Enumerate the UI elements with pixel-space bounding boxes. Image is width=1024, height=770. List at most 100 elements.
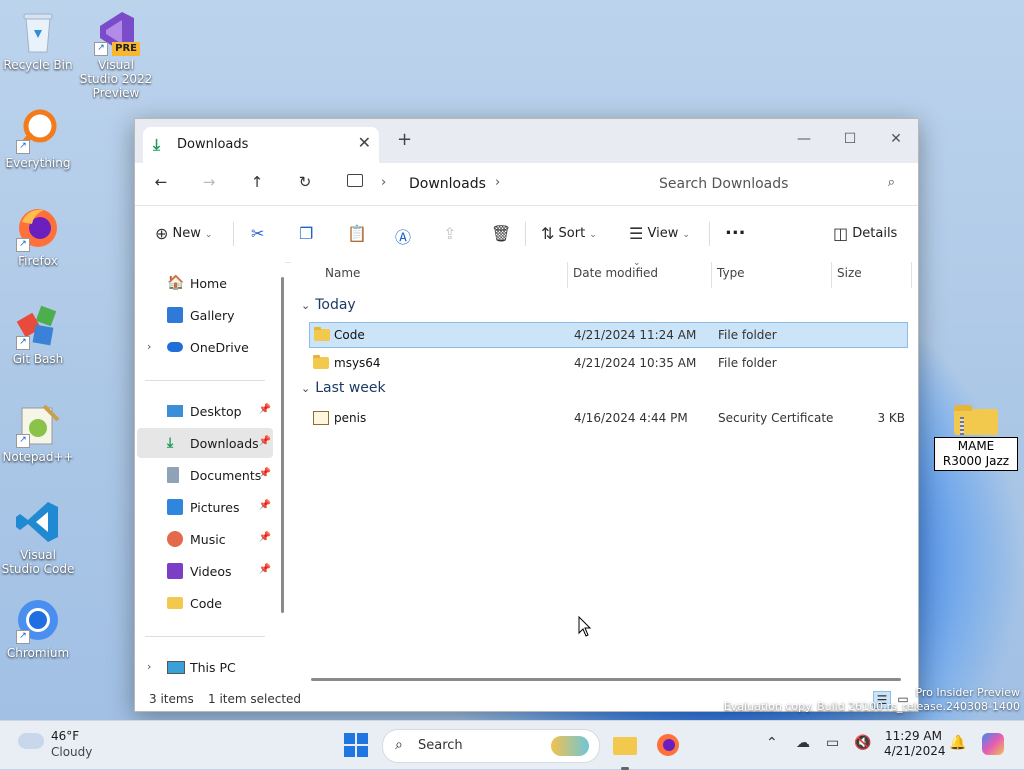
chevron-right-icon[interactable]: › (381, 175, 386, 190)
rename-button[interactable]: Ⓐ (395, 224, 411, 248)
desktop-icon-recycle-bin[interactable]: Recycle Bin (0, 8, 76, 72)
nav-item-desktop[interactable]: Desktop 📌 (137, 396, 273, 426)
nav-item-gallery[interactable]: Gallery (137, 300, 273, 330)
desktop-icon-label: Recycle Bin (3, 58, 73, 72)
details-pane-icon: ◫ (833, 224, 849, 243)
column-divider[interactable] (711, 262, 712, 288)
taskbar-file-explorer[interactable] (611, 731, 639, 770)
up-button[interactable]: ↑ (243, 173, 271, 195)
visual-studio-icon: ↗ PRE (92, 8, 140, 56)
forward-button[interactable]: → (195, 173, 223, 195)
file-row[interactable]: Code 4/21/2024 11:24 AM File folder (309, 322, 908, 348)
nav-divider (145, 636, 265, 637)
toolbar-divider (233, 222, 234, 246)
certificate-icon (313, 411, 329, 425)
column-divider[interactable] (831, 262, 832, 288)
magnifier-icon: ↗ (14, 106, 62, 154)
navpane-scrollbar[interactable] (281, 277, 284, 613)
sort-button[interactable]: ⇅ Sort ⌄ (541, 224, 597, 243)
column-header-name[interactable]: Name (325, 266, 360, 290)
desktop-icon-everything[interactable]: ↗ Everything (0, 106, 76, 170)
column-header-size[interactable]: Size (837, 266, 862, 290)
windows-logo-icon (344, 733, 355, 744)
nav-label: Downloads (190, 436, 259, 451)
sound-icon[interactable]: 🔇 (854, 735, 871, 751)
file-row[interactable]: msys64 4/21/2024 10:35 AM File folder (309, 351, 906, 375)
network-offline-icon[interactable]: ☁ (796, 735, 810, 751)
delete-button[interactable]: 🗑 (491, 224, 511, 243)
new-tab-button[interactable]: + (397, 129, 412, 150)
chevron-right-icon[interactable]: › (495, 175, 500, 190)
details-label: Details (852, 226, 898, 241)
firefox-icon: ↗ (14, 204, 62, 252)
shortcut-arrow-icon: ↗ (94, 42, 108, 56)
new-button[interactable]: ⊕ New ⌄ (155, 224, 212, 243)
desktop-icon-notepad-plus-plus[interactable]: ↗ Notepad++ (0, 400, 76, 464)
desktop-icon-vscode[interactable]: Visual Studio Code (0, 498, 76, 576)
start-button[interactable] (344, 733, 368, 757)
nav-item-downloads[interactable]: ⤓ Downloads 📌 (137, 428, 273, 458)
group-header-today[interactable]: ⌄ Today (301, 297, 356, 313)
copy-button[interactable]: ❐ (299, 224, 313, 243)
share-button[interactable]: ⇪ (443, 224, 456, 243)
cut-button[interactable]: ✂ (251, 224, 264, 243)
search-label: Search (418, 738, 463, 753)
home-icon: 🏠 (167, 275, 185, 291)
filelist-scrollbar[interactable] (311, 678, 901, 681)
file-row[interactable]: penis 4/16/2024 4:44 PM Security Certifi… (309, 406, 906, 430)
nav-item-home[interactable]: 🏠 Home (137, 268, 273, 298)
notification-bell-icon[interactable]: 🔔 (949, 735, 966, 751)
chevron-right-icon[interactable]: › (147, 660, 151, 673)
file-type: File folder (718, 328, 777, 342)
taskbar-firefox[interactable] (654, 731, 682, 759)
maximize-button[interactable]: ☐ (827, 125, 873, 153)
column-header-date[interactable]: Date modified (573, 266, 658, 290)
breadcrumb-downloads[interactable]: Downloads (409, 176, 486, 192)
paste-button[interactable]: 📋 (347, 224, 367, 243)
close-window-button[interactable]: ✕ (873, 125, 919, 153)
desktop-icon-visual-studio-preview[interactable]: ↗ PRE Visual Studio 2022 Preview (78, 8, 154, 100)
nav-label: Home (190, 276, 227, 291)
tab-downloads[interactable]: ⤓ Downloads ✕ (143, 127, 379, 163)
desktop-icon-git-bash[interactable]: ↗ Git Bash (0, 302, 76, 366)
file-type: File folder (718, 356, 777, 370)
clock[interactable]: 11:29 AM 4/21/2024 (884, 729, 946, 759)
view-button[interactable]: ☰ View ⌄ (629, 224, 690, 243)
desktop-icon-label: Visual Studio 2022 Preview (79, 58, 153, 100)
back-button[interactable]: ← (147, 173, 175, 195)
minimize-button[interactable]: — (781, 125, 827, 153)
column-divider[interactable] (567, 262, 568, 288)
nav-item-videos[interactable]: Videos 📌 (137, 556, 273, 586)
nav-item-onedrive[interactable]: › OneDrive (137, 332, 273, 362)
details-pane-button[interactable]: ◫ Details (833, 224, 897, 243)
nav-item-code[interactable]: Code (137, 588, 273, 618)
desktop-icon-chromium[interactable]: ↗ Chromium (0, 596, 76, 660)
nav-item-this-pc[interactable]: › This PC (137, 652, 273, 682)
chevron-right-icon[interactable]: › (147, 340, 151, 353)
chevron-up-icon[interactable]: ⌃ (766, 735, 778, 751)
address-bar[interactable]: › Downloads › (335, 167, 635, 199)
search-box[interactable]: Search Downloads ⌕ (647, 167, 907, 199)
desktop-item-renaming[interactable]: MAME R3000 Jazz (934, 403, 1018, 471)
rename-input[interactable]: MAME R3000 Jazz (934, 437, 1018, 471)
cloud-icon (18, 733, 44, 749)
group-header-last-week[interactable]: ⌄ Last week (301, 380, 386, 396)
taskbar-search[interactable]: ⌕ Search (382, 729, 600, 763)
folder-icon (314, 327, 330, 341)
refresh-button[interactable]: ↻ (291, 173, 319, 195)
search-input[interactable]: Search Downloads (659, 176, 788, 192)
taskbar: 46°F Cloudy ⌕ Search ⌃ ☁ ▭ 🔇 11:29 AM 4/… (0, 720, 1024, 770)
more-options-button[interactable]: ... (725, 218, 746, 239)
close-tab-icon[interactable]: ✕ (358, 133, 371, 152)
column-header-type[interactable]: Type (717, 266, 745, 290)
copilot-icon[interactable] (982, 733, 1004, 755)
vscode-icon (14, 498, 62, 546)
display-icon[interactable]: ▭ (826, 735, 839, 751)
desktop-icon-firefox[interactable]: ↗ Firefox (0, 204, 76, 268)
nav-item-music[interactable]: Music 📌 (137, 524, 273, 554)
column-divider[interactable] (911, 262, 912, 288)
plus-circle-icon: ⊕ (155, 224, 169, 243)
nav-item-pictures[interactable]: Pictures 📌 (137, 492, 273, 522)
sort-label: Sort (558, 226, 586, 241)
nav-item-documents[interactable]: Documents 📌 (137, 460, 273, 490)
